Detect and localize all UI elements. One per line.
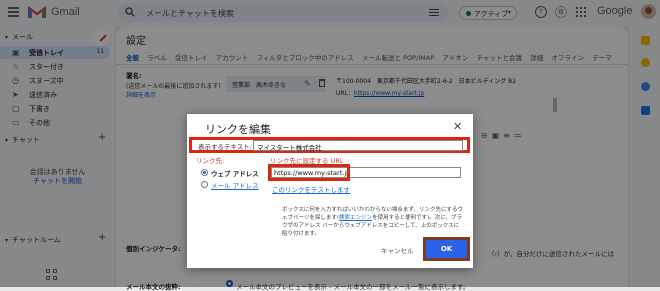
ok-button[interactable]: OK (426, 240, 467, 258)
display-text-value[interactable]: マイスタート株式会社 (257, 142, 322, 152)
url-highlight (268, 164, 350, 181)
dialog-help-text: ボックスに何を入力すればいいかわからない場合まず、リンク先にするウェブページを探… (282, 206, 464, 238)
dialog-title: リンクを編集 (205, 123, 271, 136)
radio-email-address[interactable] (201, 181, 208, 188)
link-target-label: リンク先: (196, 157, 225, 165)
radio-web-address-label[interactable]: ウェブ アドレス (211, 168, 259, 178)
test-link[interactable]: このリンクをテストします (272, 184, 350, 194)
close-icon[interactable]: ✕ (453, 120, 462, 133)
display-text-input[interactable]: マイスタート株式会社 (253, 140, 463, 152)
display-text-label: 表示するテキスト: (198, 143, 252, 151)
radio-web-address[interactable] (201, 169, 208, 176)
search-engine-link[interactable]: 検索エンジン (339, 215, 372, 221)
cancel-button[interactable]: キャンセル (381, 245, 414, 255)
radio-email-address-label[interactable]: メール アドレス (211, 180, 259, 190)
edit-link-dialog: リンクを編集 ✕ 表示するテキスト: マイスタート株式会社 リンク先: リンク先… (187, 114, 473, 268)
